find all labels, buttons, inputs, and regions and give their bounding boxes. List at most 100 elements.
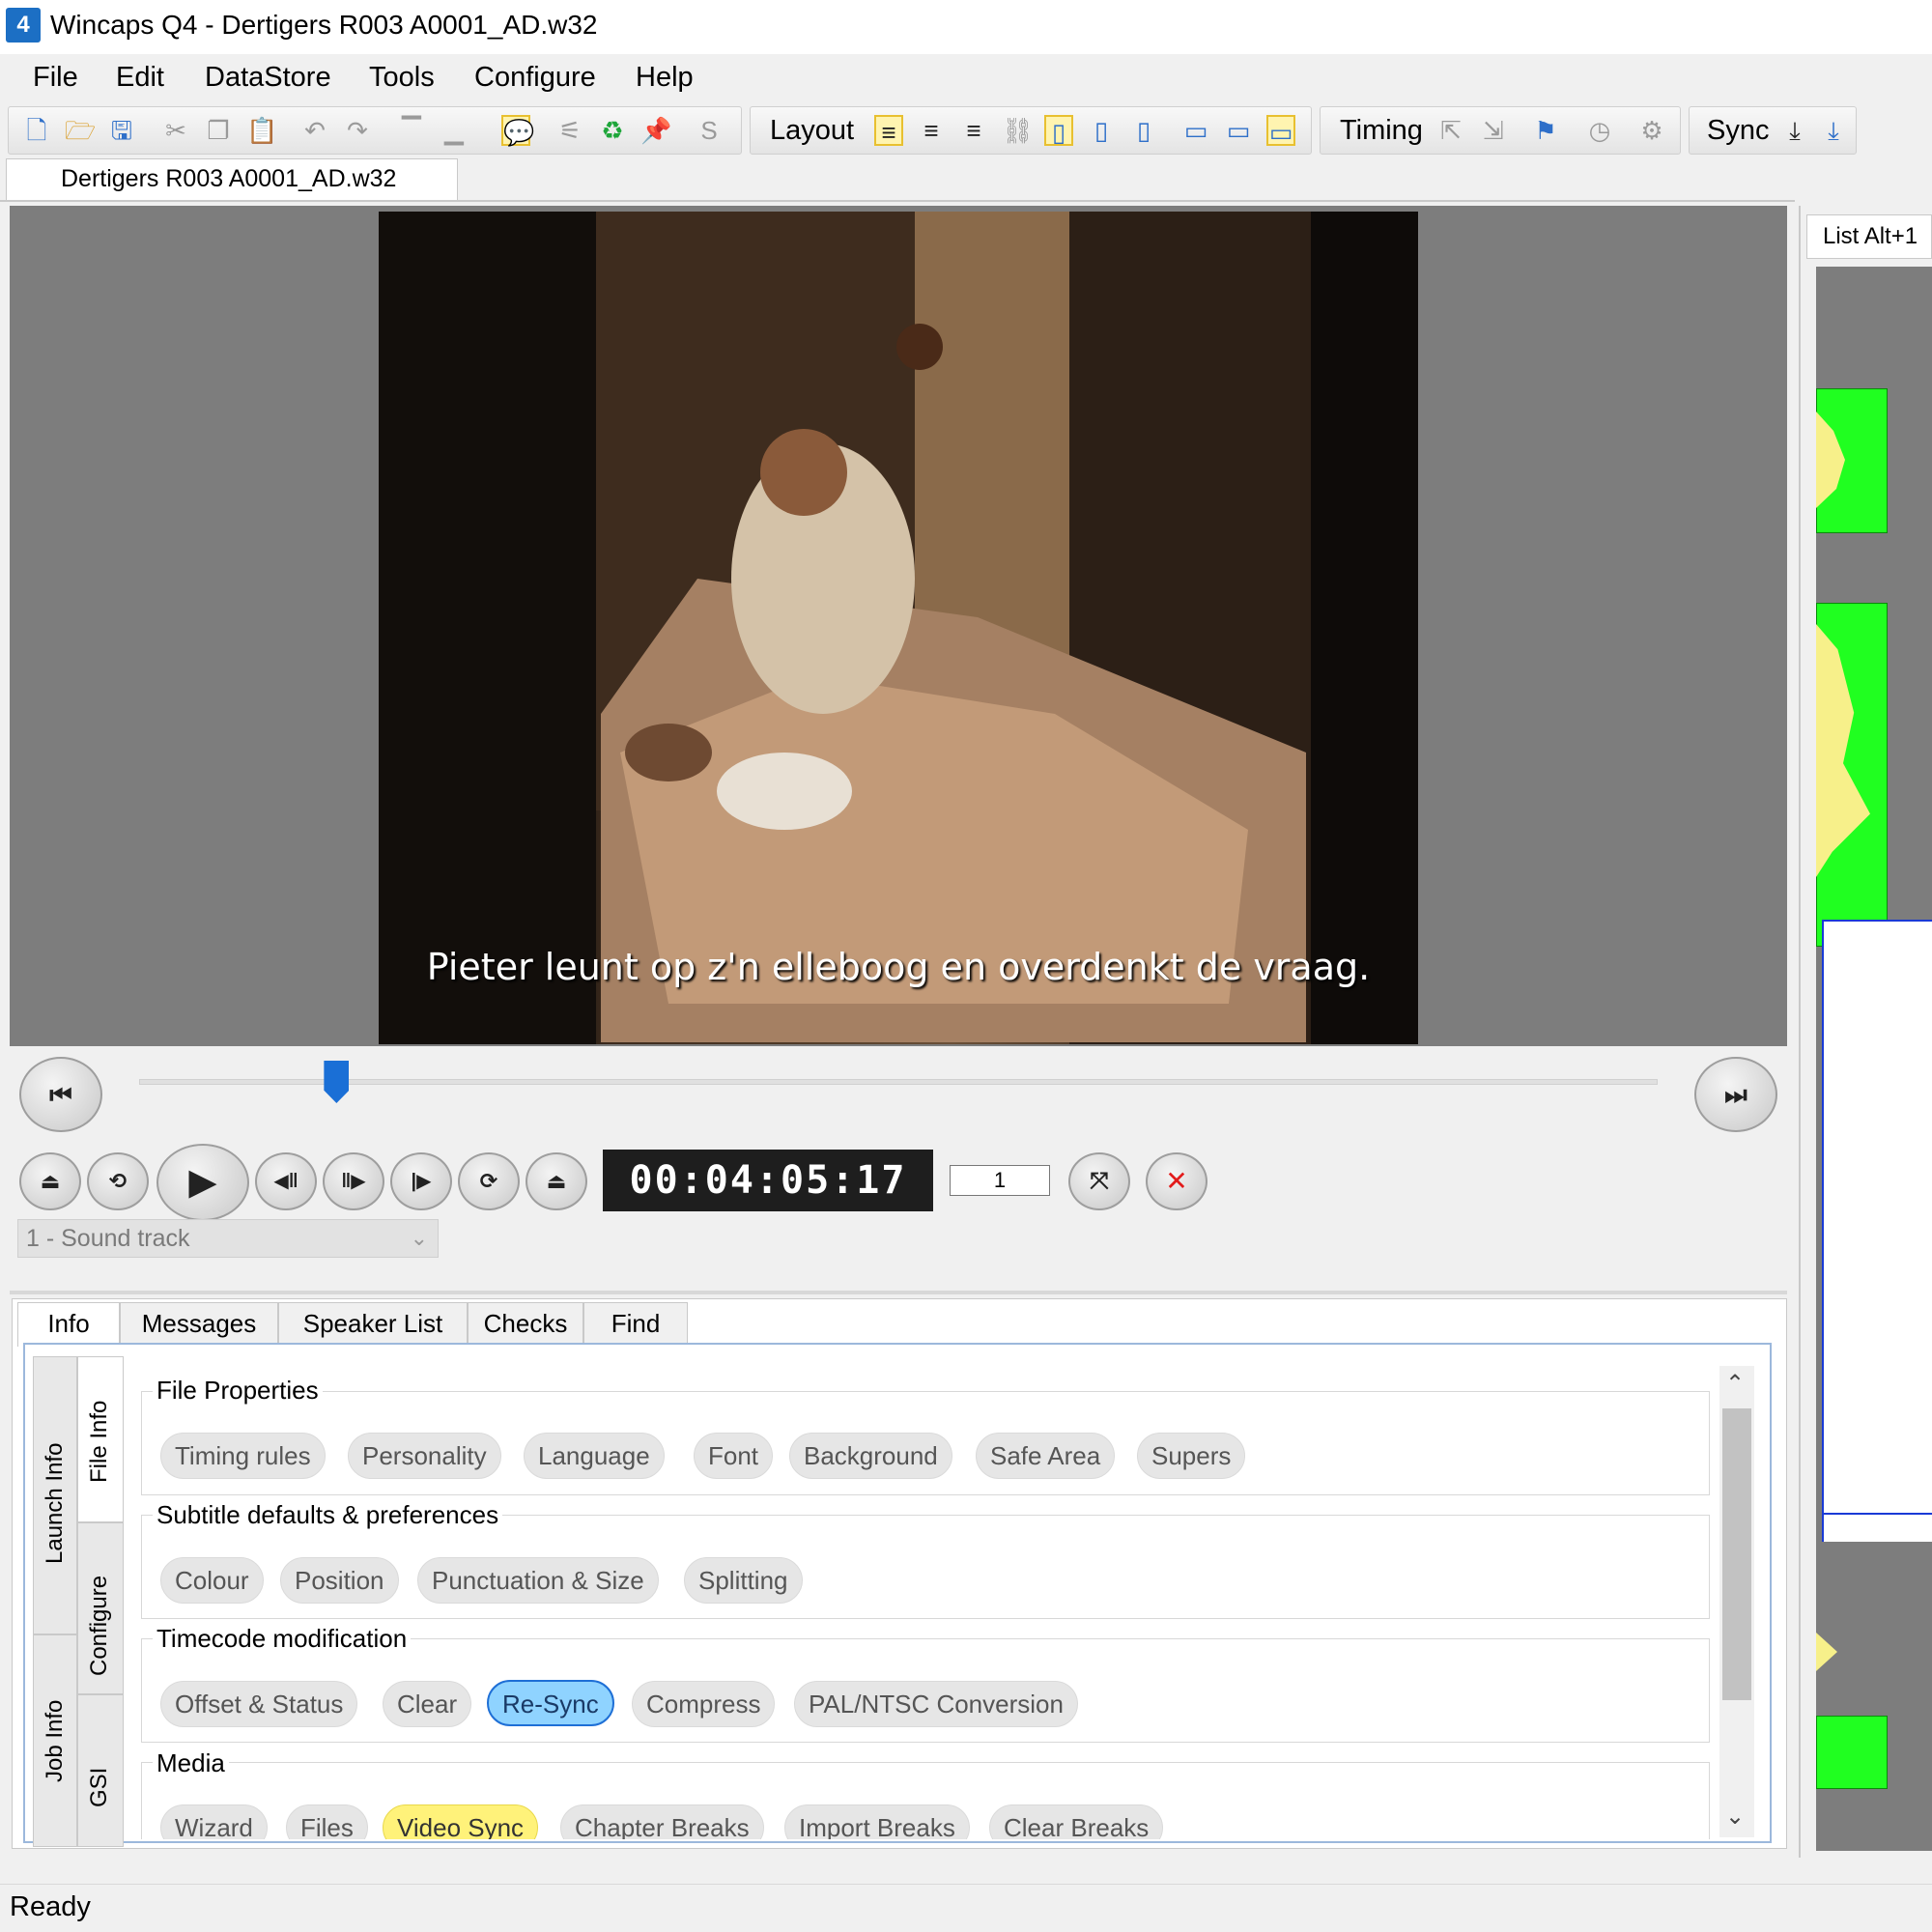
- pal-ntsc-conversion-button[interactable]: PAL/NTSC Conversion: [794, 1681, 1078, 1727]
- cut-icon[interactable]: ✂: [161, 115, 190, 146]
- timing-rules-button[interactable]: Timing rules: [160, 1433, 326, 1479]
- scroll-up-icon[interactable]: ⌃: [1725, 1370, 1745, 1398]
- vtab-job-info[interactable]: Job Info: [33, 1634, 77, 1847]
- tab-info[interactable]: Info: [17, 1302, 120, 1347]
- link-icon[interactable]: ⛓: [1002, 115, 1034, 146]
- frame-step-input[interactable]: 1: [950, 1165, 1050, 1196]
- safe-area-button[interactable]: Safe Area: [976, 1433, 1116, 1479]
- align-center-icon[interactable]: ≡: [917, 115, 946, 146]
- mark-in-button[interactable]: ⏏: [19, 1152, 81, 1210]
- files-button[interactable]: Files: [286, 1804, 368, 1839]
- position-left-icon[interactable]: ▯: [1044, 115, 1073, 147]
- punctuation-size-button[interactable]: Punctuation & Size: [417, 1557, 659, 1604]
- redo-icon[interactable]: ↷: [343, 115, 372, 146]
- wizard-button[interactable]: Wizard: [160, 1804, 268, 1839]
- timing-clock-icon[interactable]: ◷: [1585, 115, 1614, 146]
- sound-track-select[interactable]: 1 - Sound track ⌄: [17, 1219, 439, 1258]
- menu-configure[interactable]: Configure: [474, 62, 596, 94]
- tab-find[interactable]: Find: [583, 1302, 688, 1345]
- mark-out-button[interactable]: ⏏: [526, 1152, 587, 1210]
- timing-out-icon[interactable]: ⇲: [1479, 115, 1508, 146]
- info-scrollbar-thumb[interactable]: [1722, 1408, 1751, 1700]
- tab-checks[interactable]: Checks: [468, 1302, 583, 1345]
- selected-subtitle-region[interactable]: [1822, 920, 1932, 1542]
- personality-button[interactable]: Personality: [348, 1433, 501, 1479]
- save-icon[interactable]: 🖫: [107, 115, 136, 146]
- clear-breaks-button[interactable]: Clear Breaks: [989, 1804, 1164, 1839]
- timing-in-icon[interactable]: ⇱: [1436, 115, 1465, 146]
- vertical-bottom-icon[interactable]: ▭: [1266, 115, 1295, 147]
- menu-file[interactable]: File: [33, 62, 78, 94]
- toolbar: 🗋 🗁 🖫 ✂ ❐ 📋 ↶ ↷ ▔ ▁ 💬 ⚟ ♻ 📌 S Layout ≡ ≡…: [8, 106, 1858, 155]
- close-video-button[interactable]: ✕: [1146, 1152, 1208, 1210]
- skip-to-start-button[interactable]: ⏮: [19, 1057, 102, 1132]
- speech-bubble-icon[interactable]: 💬: [501, 115, 534, 147]
- pin-icon[interactable]: 📌: [640, 115, 671, 146]
- menu-tools[interactable]: Tools: [369, 62, 435, 94]
- forward-loop-button[interactable]: ⟳: [458, 1152, 520, 1210]
- timing-flags-icon[interactable]: ⚑: [1531, 115, 1560, 146]
- colour-button[interactable]: Colour: [160, 1557, 264, 1604]
- vertical-middle-icon[interactable]: ▭: [1224, 115, 1253, 146]
- align-right-icon[interactable]: ≡: [959, 115, 988, 146]
- vtab-gsi[interactable]: GSI: [77, 1694, 124, 1847]
- background-button[interactable]: Background: [789, 1433, 952, 1479]
- open-folder-icon[interactable]: 🗁: [65, 115, 96, 146]
- language-button[interactable]: Language: [524, 1433, 665, 1479]
- tab-messages[interactable]: Messages: [120, 1302, 278, 1345]
- pause-button[interactable]: ‖▶: [323, 1152, 384, 1210]
- compress-button[interactable]: Compress: [632, 1681, 776, 1727]
- panel-splitter[interactable]: [10, 1291, 1787, 1294]
- subtitle-block[interactable]: [1816, 1716, 1888, 1789]
- menu-datastore[interactable]: DataStore: [205, 62, 331, 94]
- insert-below-icon[interactable]: ▁: [440, 115, 469, 146]
- position-button[interactable]: Position: [280, 1557, 399, 1604]
- clear-timecode-button[interactable]: Clear: [383, 1681, 472, 1727]
- sync-in-icon[interactable]: ⤓: [1780, 115, 1809, 146]
- subtitle-text: Pieter leunt op z'n elleboog en overdenk…: [426, 946, 1371, 988]
- copy-icon[interactable]: ❐: [204, 115, 233, 146]
- video-frame[interactable]: Pieter leunt op z'n elleboog en overdenk…: [379, 212, 1418, 1044]
- position-right-icon[interactable]: ▯: [1129, 115, 1158, 146]
- video-sync-button[interactable]: Video Sync: [383, 1804, 539, 1839]
- play-button[interactable]: ▶: [156, 1144, 249, 1221]
- vtab-configure[interactable]: Configure: [77, 1522, 124, 1694]
- timing-settings-icon[interactable]: ⚙: [1637, 115, 1666, 146]
- app-icon: 4: [6, 8, 41, 43]
- menu-help[interactable]: Help: [636, 62, 694, 94]
- fullscreen-button[interactable]: ⤧: [1068, 1152, 1130, 1210]
- skip-to-end-button[interactable]: ⏭: [1694, 1057, 1777, 1132]
- split-icon[interactable]: ⚟: [555, 115, 584, 146]
- frame-back-button[interactable]: ◀‖: [255, 1152, 317, 1210]
- timeline-slider[interactable]: [139, 1079, 1658, 1085]
- new-file-icon[interactable]: 🗋: [22, 115, 51, 146]
- supers-button[interactable]: Supers: [1137, 1433, 1246, 1479]
- re-sync-button[interactable]: Re-Sync: [487, 1680, 614, 1726]
- document-tab[interactable]: Dertigers R003 A0001_AD.w32: [6, 158, 458, 201]
- vtab-job-info-label: Job Info: [42, 1699, 68, 1782]
- vertical-top-icon[interactable]: ▭: [1181, 115, 1210, 146]
- list-tab[interactable]: List Alt+1: [1806, 214, 1932, 259]
- rewind-loop-button[interactable]: ⟲: [87, 1152, 149, 1210]
- undo-icon[interactable]: ↶: [300, 115, 329, 146]
- position-center-icon[interactable]: ▯: [1087, 115, 1116, 146]
- import-breaks-button[interactable]: Import Breaks: [784, 1804, 970, 1839]
- chapter-breaks-button[interactable]: Chapter Breaks: [560, 1804, 764, 1839]
- vtab-launch-info[interactable]: Launch Info: [33, 1356, 77, 1634]
- waveform-view[interactable]: [1816, 267, 1932, 1851]
- insert-above-icon[interactable]: ▔: [397, 115, 426, 146]
- spellcheck-icon[interactable]: S: [695, 115, 724, 146]
- tab-speaker-list[interactable]: Speaker List: [278, 1302, 468, 1345]
- align-left-icon[interactable]: ≡: [874, 115, 903, 147]
- font-button[interactable]: Font: [694, 1433, 774, 1479]
- audio-wave: [1816, 1633, 1837, 1671]
- scroll-down-icon[interactable]: ⌄: [1725, 1803, 1745, 1831]
- recycle-icon[interactable]: ♻: [598, 115, 627, 146]
- vtab-file-info[interactable]: File Info: [77, 1356, 124, 1522]
- menu-edit[interactable]: Edit: [116, 62, 164, 94]
- frame-forward-button[interactable]: |▶: [390, 1152, 452, 1210]
- sync-out-icon[interactable]: ⤓: [1819, 115, 1848, 146]
- paste-icon[interactable]: 📋: [246, 115, 277, 146]
- offset-status-button[interactable]: Offset & Status: [160, 1681, 358, 1727]
- splitting-button[interactable]: Splitting: [684, 1557, 803, 1604]
